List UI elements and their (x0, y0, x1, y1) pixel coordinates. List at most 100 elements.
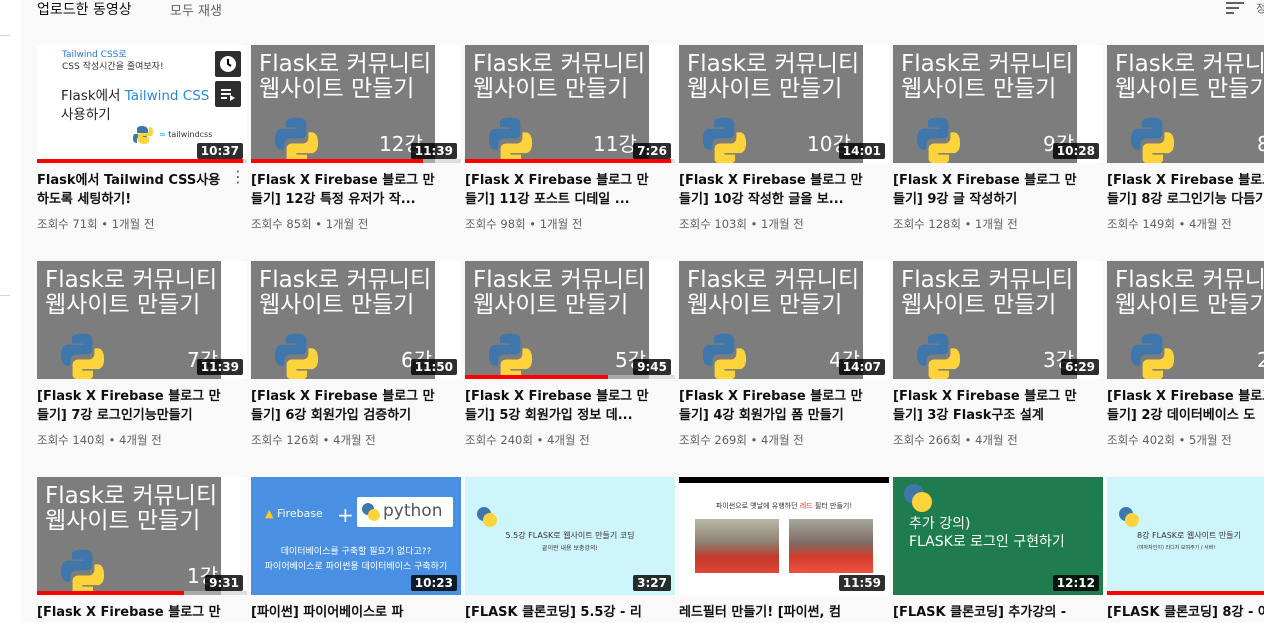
watch-progress (1107, 591, 1264, 595)
thumb-text: Tailwind CSS로 CSS 작성시간을 줄여보자! (62, 50, 164, 72)
video-title[interactable]: [Flask X Firebase 블로그 만들기] 8강 로그인기능 다듬기 (1107, 171, 1264, 209)
video-title[interactable]: [Flask X Firebase 블로그 만들기] 9강 글 작성하기 (893, 171, 1083, 209)
video-item[interactable]: ▲ Firebase + python 데이터베이스를 구축할 필요가 없다고?… (251, 477, 461, 622)
video-title[interactable]: 레드필터 만들기! [파이썬, 컴 (679, 603, 869, 622)
video-title[interactable]: [Flask X Firebase 블로그 만들기] 3강 Flask구조 설계 (893, 387, 1083, 425)
video-thumbnail[interactable]: Flask로 커뮤니티 웹사이트 만들기 12강 11:39 (251, 45, 461, 163)
thumb-text: Flask로 커뮤니티웹사이트 만들기 (687, 51, 860, 102)
video-item[interactable]: Flask로 커뮤니티웹사이트 만들기 6강 11:50 [Flask X Fi… (251, 261, 461, 448)
video-title[interactable]: [FLASK 클론코딩] 추가강의 - (893, 603, 1083, 622)
more-actions-icon[interactable]: ⋮ (230, 169, 246, 185)
video-item[interactable]: Flask로 커뮤니티웹사이트 만들기 7강 11:39 [Flask X Fi… (37, 261, 247, 448)
video-thumbnail[interactable]: Flask로 커뮤니티 웹사이트 만들기 5강 9:45 (465, 261, 675, 379)
play-all-link[interactable]: 모두 재생 (170, 0, 222, 19)
video-thumbnail[interactable]: ▲ Firebase + python 데이터베이스를 구축할 필요가 없다고?… (251, 477, 461, 595)
video-title[interactable]: [Flask X Firebase 블로그 만들기] 4강 회원가입 폼 만들기 (679, 387, 869, 425)
video-duration: 3:27 (633, 575, 671, 591)
video-title[interactable]: [파이썬] 파이어베이스로 파 (251, 603, 441, 622)
photo-after (789, 519, 873, 573)
video-item[interactable]: Flask로 커뮤니티 웹사이트 만들기 10강 14:01 [Flask X F… (679, 45, 889, 232)
sort-label: 정 (1256, 2, 1264, 15)
video-item[interactable]: Flask로 커뮤니티 웹사이트 만들기 12강 11:39 [Flask X F… (251, 45, 461, 232)
video-title[interactable]: [Flask X Firebase 블로그 만들기] 5강 회원가입 정보 데.… (465, 387, 655, 425)
thumb-text: 파이썬으로 옛날에 유행하던 레드 필터 만들기! (715, 502, 853, 510)
video-thumbnail[interactable]: Tailwind CSS로 CSS 작성시간을 줄여보자! Flask에서 Ta… (37, 45, 247, 163)
thumb-text: Flask로 커뮤니티웹사이트 만들기 (45, 267, 218, 318)
video-duration: 9:45 (633, 359, 671, 375)
video-title[interactable]: [Flask X Firebase 블로그 만들기] 7강 로그인기능만들기 (37, 387, 227, 425)
video-duration: 14:07 (838, 359, 885, 375)
python-badge: python (357, 497, 453, 527)
video-title[interactable]: [Flask X Firebase 블로그 만들기] 12강 특정 유저가 작.… (251, 171, 441, 209)
video-title[interactable]: [Flask X Firebase 블로그 만들기] 10강 작성한 글을 보.… (679, 171, 869, 209)
video-duration: 11:50 (410, 359, 457, 375)
thumb-text: Flask로 커뮤니티웹사이트 만들기 (1115, 267, 1264, 318)
plus-sign: + (337, 503, 354, 527)
video-thumbnail[interactable]: Flask로 커뮤니티 웹사이트 만들기 1강 9:31 (37, 477, 247, 595)
video-thumbnail[interactable]: Flask로 커뮤니티웹사이트 만들기 6강 11:50 (251, 261, 461, 379)
video-thumbnail[interactable]: Flask로 커뮤니티웹사이트 만들기 8강 (1107, 45, 1264, 163)
watch-later-icon[interactable] (215, 51, 241, 77)
video-thumbnail[interactable]: Flask로 커뮤니티 웹사이트 만들기 11강 7:26 (465, 45, 675, 163)
python-logo-icon (916, 333, 961, 379)
video-duration: 11:39 (196, 359, 243, 375)
add-to-queue-icon[interactable] (215, 81, 241, 107)
video-title[interactable]: [FLASK 클론코딩] 8강 - 여 (1107, 603, 1264, 622)
video-item[interactable]: Flask로 커뮤니티웹사이트 만들기 2강 [Flask X Firebase… (1107, 261, 1264, 448)
python-logo-icon (702, 333, 747, 379)
watch-progress (251, 159, 461, 163)
video-thumbnail[interactable]: Flask로 커뮤니티 웹사이트 만들기 10강 14:01 (679, 45, 889, 163)
video-item[interactable]: 8강 FLASK로 웹사이트 만들기 (여자자인이) 리디지 보여주기 / 서버!… (1107, 477, 1264, 622)
video-thumbnail[interactable]: Flask로 커뮤니티 웹사이트 만들기 3강 6:29 (893, 261, 1103, 379)
video-thumbnail[interactable]: 파이썬으로 옛날에 유행하던 레드 필터 만들기! 11:59 (679, 477, 889, 595)
video-duration: 11:59 (838, 575, 885, 591)
video-thumbnail[interactable]: Flask로 커뮤니티웹사이트 만들기 7강 11:39 (37, 261, 247, 379)
video-duration: 10:37 (196, 143, 243, 159)
video-meta: 조회수 266회 • 4개월 전 (893, 433, 1018, 447)
video-title[interactable]: [Flask X Firebase 블로그 만들기] 2강 데이터베이스 도 (1107, 387, 1264, 425)
python-logo-icon (133, 126, 153, 144)
thumb-text: Flask로 커뮤니티웹사이트 만들기 (473, 51, 646, 102)
firebase-logo: ▲ Firebase (265, 507, 323, 520)
left-rail (0, 0, 21, 623)
thumb-text: 데이터베이스를 구축할 필요가 없다고?? 파이어베이스로 파이썬용 데이터베이스… (264, 547, 448, 572)
video-title[interactable]: [Flask X Firebase 블로그 만들기] 6강 회원가입 검증하기 (251, 387, 441, 425)
video-meta: 조회수 98회 • 1개월 전 (465, 217, 583, 231)
video-title[interactable]: [Flask X Firebase 블로그 만들기] 11강 포스트 디테일 .… (465, 171, 655, 209)
thumb-text: Flask에서 Tailwind CSS 사용하기 (61, 88, 210, 123)
video-duration: 7:26 (633, 143, 671, 159)
video-item[interactable]: Flask로 커뮤니티 웹사이트 만들기 11강 7:26 [Flask X Fi… (465, 45, 675, 232)
python-logo-icon (274, 117, 319, 163)
python-logo-icon (916, 117, 961, 163)
video-thumbnail[interactable]: 8강 FLASK로 웹사이트 만들기 (여자자인이) 리디지 보여주기 / 서버! (1107, 477, 1264, 595)
video-duration: 14:01 (838, 143, 885, 159)
video-item[interactable]: 파이썬으로 옛날에 유행하던 레드 필터 만들기! 11:59 레드필터 만들기… (679, 477, 889, 622)
video-item[interactable]: Flask로 커뮤니티 웹사이트 만들기 3강 6:29 [Flask X Fir… (893, 261, 1103, 448)
sort-icon (1226, 2, 1244, 14)
video-thumbnail[interactable]: 5.5강 FLASK로 웹사이트 만들기 코딩 끝이란 내용 보충강의! 3:27 (465, 477, 675, 595)
python-logo-icon (1119, 507, 1139, 527)
video-meta: 조회수 402회 • 5개월 전 (1107, 433, 1232, 447)
video-item[interactable]: Tailwind CSS로 CSS 작성시간을 줄여보자! Flask에서 Ta… (37, 45, 247, 232)
video-thumbnail[interactable]: 추가 강의) FLASK로 로그인 구현하기 12:12 (893, 477, 1103, 595)
video-item[interactable]: 5.5강 FLASK로 웹사이트 만들기 코딩 끝이란 내용 보충강의! 3:27… (465, 477, 675, 622)
video-item[interactable]: Flask로 커뮤니티웹사이트 만들기 9강 10:28 [Flask X Fi… (893, 45, 1103, 232)
python-logo-icon (477, 507, 497, 527)
video-thumbnail[interactable]: Flask로 커뮤니티웹사이트 만들기 9강 10:28 (893, 45, 1103, 163)
video-item[interactable]: Flask로 커뮤니티 웹사이트 만들기 1강 9:31 [Flask X Fir… (37, 477, 247, 622)
thumb-text: Flask로 커뮤니티웹사이트 만들기 (259, 267, 432, 318)
video-title[interactable]: [Flask X Firebase 블로그 만 (37, 603, 227, 622)
video-item[interactable]: Flask로 커뮤니티웹사이트 만들기 4강 14:07 [Flask X Fi… (679, 261, 889, 448)
video-thumbnail[interactable]: Flask로 커뮤니티웹사이트 만들기 4강 14:07 (679, 261, 889, 379)
sort-button[interactable]: 정 (1224, 0, 1264, 19)
python-logo-icon (362, 503, 380, 521)
video-item[interactable]: Flask로 커뮤니티웹사이트 만들기 8강 [Flask X Firebase… (1107, 45, 1264, 232)
lecture-number: 2강 (1257, 348, 1264, 372)
video-thumbnail[interactable]: Flask로 커뮤니티웹사이트 만들기 2강 (1107, 261, 1264, 379)
video-item[interactable]: Flask로 커뮤니티 웹사이트 만들기 5강 9:45 [Flask X Fir… (465, 261, 675, 448)
rail-divider (0, 35, 10, 36)
video-title[interactable]: Flask에서 Tailwind CSS사용하도록 세팅하기! (37, 171, 227, 209)
video-item[interactable]: 추가 강의) FLASK로 로그인 구현하기 12:12 [FLASK 클론코딩]… (893, 477, 1103, 622)
thumb-text: Flask로 커뮤니티웹사이트 만들기 (901, 51, 1074, 102)
video-title[interactable]: [FLASK 클론코딩] 5.5강 - 리 (465, 603, 655, 622)
